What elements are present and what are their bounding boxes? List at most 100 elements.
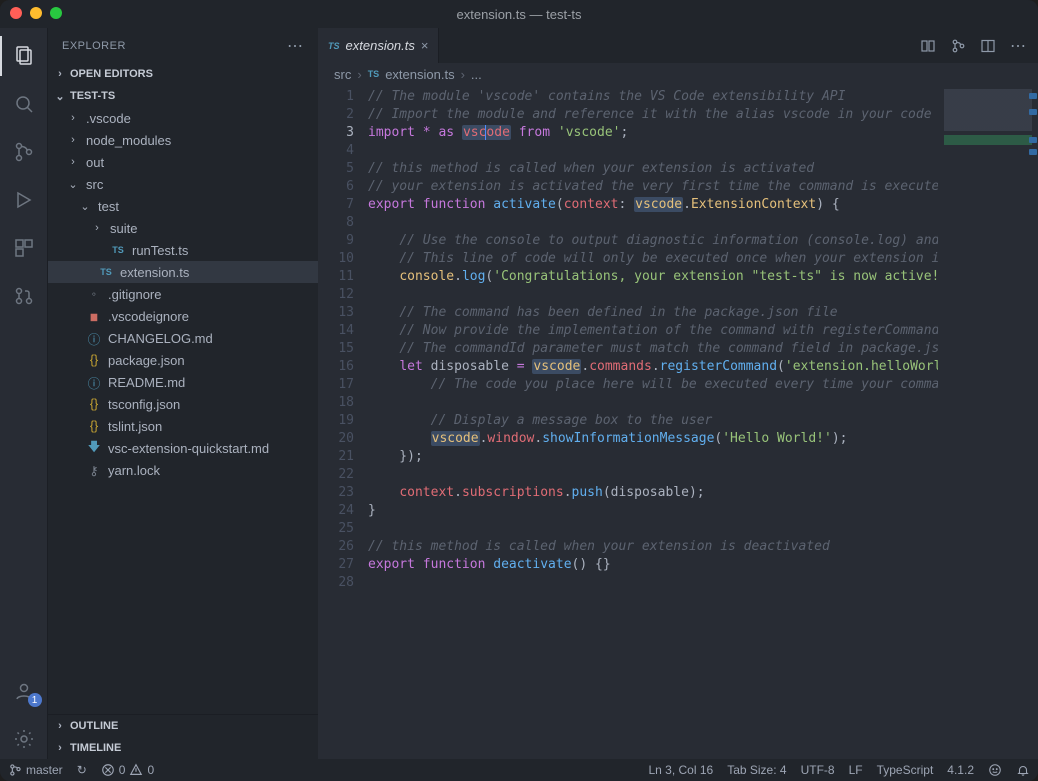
activity-settings[interactable] [0, 719, 48, 759]
section-timeline-label: TIMELINE [70, 742, 121, 754]
tree-file[interactable]: TSrunTest.ts [48, 239, 318, 261]
chevron-icon: › [66, 112, 80, 124]
minimize-window-button[interactable] [30, 7, 42, 19]
status-language[interactable]: TypeScript [877, 763, 934, 777]
editor-more-icon[interactable]: ⋯ [1010, 36, 1026, 56]
activity-bar: 1 [0, 28, 48, 759]
info-icon: ⓘ [86, 329, 102, 348]
tree-item-label: .gitignore [108, 287, 161, 302]
status-ts-version[interactable]: 4.1.2 [947, 763, 974, 777]
tab-extension-ts[interactable]: TS extension.ts × [318, 28, 439, 63]
line-gutter: 1234567891011121314151617181920212223242… [318, 85, 368, 759]
status-eol[interactable]: LF [849, 763, 863, 777]
chevron-down-icon: ⌄ [52, 90, 68, 103]
status-branch-label: master [26, 763, 63, 777]
tree-folder[interactable]: ⌄ src [48, 173, 318, 195]
status-problems[interactable]: 0 0 [101, 763, 154, 777]
tree-file[interactable]: 🡇vsc-extension-quickstart.md [48, 437, 318, 459]
status-encoding[interactable]: UTF-8 [801, 763, 835, 777]
tree-file[interactable]: ⚷yarn.lock [48, 459, 318, 481]
status-tabsize[interactable]: Tab Size: 4 [727, 763, 786, 777]
chevron-icon: › [90, 222, 104, 234]
typescript-icon: TS [110, 245, 126, 255]
split-editor-icon[interactable] [980, 38, 996, 54]
activity-run-debug[interactable] [0, 180, 48, 220]
tree-file[interactable]: {}package.json [48, 349, 318, 371]
tree-item-label: out [86, 155, 104, 170]
status-branch[interactable]: master [8, 763, 63, 777]
status-tabsize-label: Tab Size: 4 [727, 763, 786, 777]
activity-source-control[interactable] [0, 132, 48, 172]
compare-changes-icon[interactable] [920, 38, 936, 54]
tree-file[interactable]: ⓘCHANGELOG.md [48, 327, 318, 349]
breadcrumb[interactable]: src › TS extension.ts › ... [318, 63, 1038, 85]
section-timeline[interactable]: › TIMELINE [48, 737, 318, 759]
activity-github-pr[interactable] [0, 276, 48, 316]
info-icon: ⓘ [86, 373, 102, 392]
status-warnings-count: 0 [147, 763, 154, 777]
section-folder[interactable]: ⌄ TEST-TS [48, 85, 318, 107]
section-outline[interactable]: › OUTLINE [48, 715, 318, 737]
minimap[interactable] [938, 85, 1038, 759]
json-icon: {} [86, 353, 102, 367]
status-cursor[interactable]: Ln 3, Col 16 [648, 763, 713, 777]
file-tree[interactable]: › .vscode ›node_modules › out ⌄ src ⌄ test › suite… [48, 107, 318, 714]
activity-search[interactable] [0, 84, 48, 124]
section-open-editors[interactable]: › OPEN EDITORS [48, 63, 318, 85]
titlebar: extension.ts — test-ts [0, 0, 1038, 28]
status-sync[interactable]: ↻ [77, 763, 87, 777]
editor-group: TS extension.ts × ⋯ src › TS extension.t… [318, 28, 1038, 759]
tree-file[interactable]: {}tslint.json [48, 415, 318, 437]
maximize-window-button[interactable] [50, 7, 62, 19]
status-ts-version-label: 4.1.2 [947, 763, 974, 777]
status-cursor-label: Ln 3, Col 16 [648, 763, 713, 777]
sidebar-explorer: EXPLORER ⋯ › OPEN EDITORS ⌄ TEST-TS › .vs… [48, 28, 318, 759]
activity-explorer[interactable] [0, 36, 48, 76]
breadcrumb-item[interactable]: src [334, 67, 351, 82]
tree-file[interactable]: {}tsconfig.json [48, 393, 318, 415]
tree-item-label: vsc-extension-quickstart.md [108, 441, 269, 456]
tree-folder[interactable]: › .vscode [48, 107, 318, 129]
tree-item-label: .vscode [86, 111, 131, 126]
breadcrumb-item[interactable]: ... [471, 67, 482, 82]
chevron-right-icon: › [52, 720, 68, 732]
activity-extensions[interactable] [0, 228, 48, 268]
tree-folder[interactable]: ›node_modules [48, 129, 318, 151]
tree-folder[interactable]: ⌄ test [48, 195, 318, 217]
tree-folder[interactable]: › suite [48, 217, 318, 239]
code-editor[interactable]: 1234567891011121314151617181920212223242… [318, 85, 1038, 759]
tree-item-label: .vscodeignore [108, 309, 189, 324]
tree-file[interactable]: TSextension.ts [48, 261, 318, 283]
window-title: extension.ts — test-ts [457, 7, 582, 22]
tree-folder[interactable]: › out [48, 151, 318, 173]
chevron-icon: › [66, 156, 80, 168]
breadcrumb-item[interactable]: extension.ts [385, 67, 454, 82]
status-bell-icon[interactable] [1016, 763, 1030, 777]
tree-item-label: test [98, 199, 119, 214]
close-window-button[interactable] [10, 7, 22, 19]
activity-accounts[interactable]: 1 [0, 671, 48, 711]
tab-close-icon[interactable]: × [421, 38, 429, 53]
sidebar-title: EXPLORER [62, 40, 126, 52]
typescript-icon: TS [328, 41, 340, 51]
tree-file[interactable]: ▆.vscodeignore [48, 305, 318, 327]
chevron-right-icon: › [461, 67, 465, 82]
tab-label: extension.ts [346, 38, 415, 53]
chevron-icon: ⌄ [66, 178, 80, 191]
tree-item-label: suite [110, 221, 137, 236]
tree-item-label: src [86, 177, 103, 192]
tree-item-label: yarn.lock [108, 463, 160, 478]
tree-file[interactable]: ◦.gitignore [48, 283, 318, 305]
sidebar-more-icon[interactable]: ⋯ [287, 36, 304, 56]
section-folder-label: TEST-TS [70, 90, 115, 102]
chevron-right-icon: › [52, 68, 68, 80]
tree-item-label: extension.ts [120, 265, 189, 280]
code-content[interactable]: // The module 'vscode' contains the VS C… [368, 85, 938, 759]
open-changes-icon[interactable] [950, 38, 966, 54]
tree-file[interactable]: ⓘ README.md [48, 371, 318, 393]
status-errors-count: 0 [119, 763, 126, 777]
status-feedback-icon[interactable] [988, 763, 1002, 777]
tree-item-label: README.md [108, 375, 185, 390]
chevron-right-icon: › [52, 742, 68, 754]
chevron-icon: ⌄ [78, 200, 92, 213]
